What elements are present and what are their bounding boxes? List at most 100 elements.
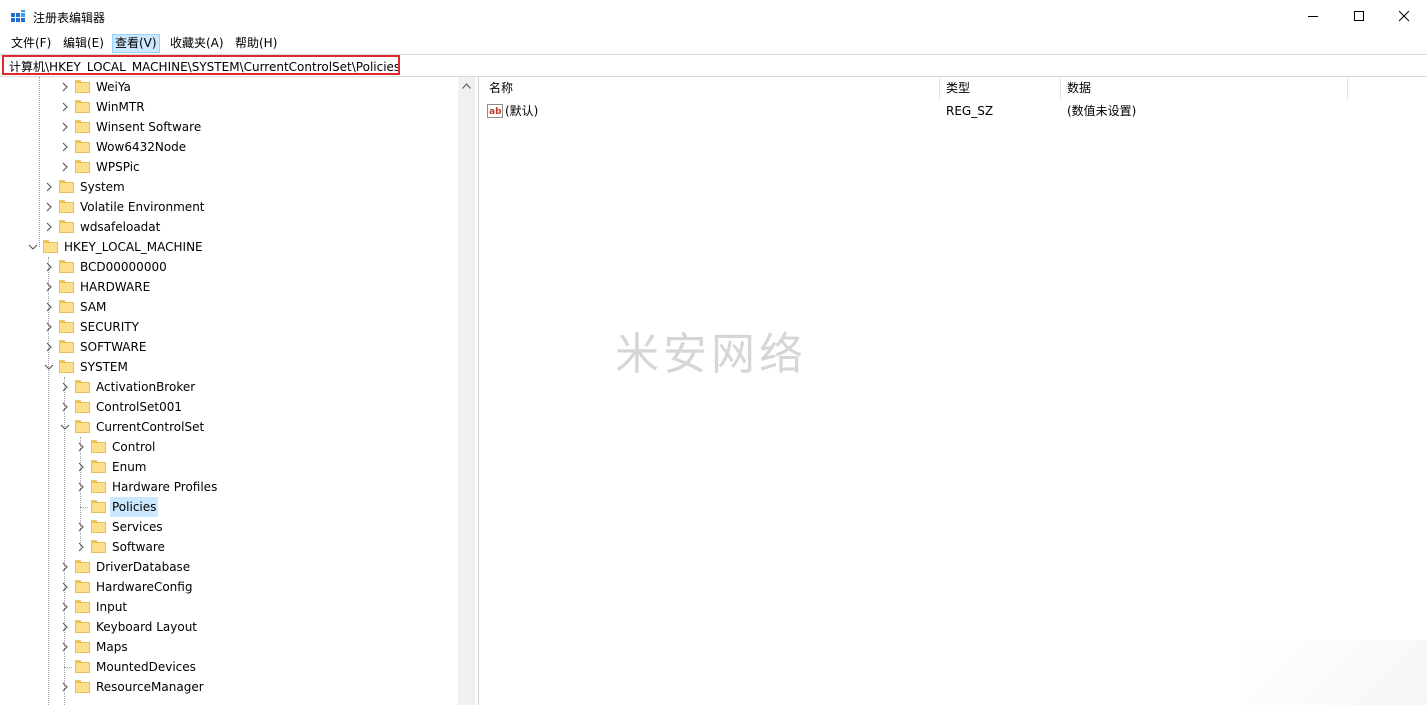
tree-node-label[interactable]: Software xyxy=(110,537,167,557)
chevron-right-icon[interactable] xyxy=(75,481,87,493)
tree-node[interactable]: HARDWARE xyxy=(5,277,455,297)
chevron-right-icon[interactable] xyxy=(59,101,71,113)
tree-node-label[interactable]: Keyboard Layout xyxy=(94,617,199,637)
tree-node[interactable]: Enum xyxy=(5,457,455,477)
tree-node-label[interactable]: MountedDevices xyxy=(94,657,198,677)
tree-node-label[interactable]: Volatile Environment xyxy=(78,197,207,217)
value-name[interactable]: (默认) xyxy=(505,101,538,121)
chevron-right-icon[interactable] xyxy=(59,161,71,173)
tree-node[interactable]: WPSPic xyxy=(5,157,455,177)
tree-node-label[interactable]: CurrentControlSet xyxy=(94,417,206,437)
chevron-right-icon[interactable] xyxy=(59,561,71,573)
chevron-right-icon[interactable] xyxy=(43,321,55,333)
chevron-right-icon[interactable] xyxy=(75,461,87,473)
column-data[interactable]: 数据 xyxy=(1061,77,1347,100)
column-divider[interactable] xyxy=(1347,77,1348,100)
chevron-right-icon[interactable] xyxy=(43,181,55,193)
chevron-right-icon[interactable] xyxy=(43,201,55,213)
tree-node[interactable]: SECURITY xyxy=(5,317,455,337)
chevron-down-icon[interactable] xyxy=(59,421,71,433)
menu-edit[interactable]: 编辑(E) xyxy=(61,35,106,52)
chevron-right-icon[interactable] xyxy=(43,281,55,293)
tree-node-label[interactable]: HKEY_LOCAL_MACHINE xyxy=(62,237,205,257)
tree-node-label[interactable]: DriverDatabase xyxy=(94,557,192,577)
chevron-down-icon[interactable] xyxy=(27,241,39,253)
tree-node[interactable]: Winsent Software xyxy=(5,117,455,137)
tree-node[interactable]: ResourceManager xyxy=(5,677,455,697)
tree-node-label[interactable]: SYSTEM xyxy=(78,357,130,377)
chevron-down-icon[interactable] xyxy=(43,361,55,373)
tree-node-label[interactable]: WPSPic xyxy=(94,157,142,177)
tree-node[interactable]: HardwareConfig xyxy=(5,577,455,597)
chevron-right-icon[interactable] xyxy=(43,221,55,233)
chevron-right-icon[interactable] xyxy=(59,601,71,613)
tree-node[interactable]: SAM xyxy=(5,297,455,317)
tree-node[interactable]: Volatile Environment xyxy=(5,197,455,217)
chevron-right-icon[interactable] xyxy=(59,641,71,653)
tree-node[interactable]: wdsafeloadat xyxy=(5,217,455,237)
tree-node[interactable]: WinMTR xyxy=(5,97,455,117)
menu-view[interactable]: 查看(V) xyxy=(112,34,160,53)
tree-node[interactable]: Policies xyxy=(5,497,455,517)
tree-node[interactable]: Control xyxy=(5,437,455,457)
scroll-track[interactable] xyxy=(460,97,473,705)
tree-node[interactable]: System xyxy=(5,177,455,197)
tree-node-label[interactable]: Hardware Profiles xyxy=(110,477,219,497)
chevron-right-icon[interactable] xyxy=(59,81,71,93)
tree-node-label[interactable]: Enum xyxy=(110,457,148,477)
tree-node[interactable]: CurrentControlSet xyxy=(5,417,455,437)
tree-node-label[interactable]: Wow6432Node xyxy=(94,137,188,157)
tree-node-label[interactable]: wdsafeloadat xyxy=(78,217,162,237)
chevron-right-icon[interactable] xyxy=(59,141,71,153)
tree-node[interactable]: SOFTWARE xyxy=(5,337,455,357)
chevron-right-icon[interactable] xyxy=(59,381,71,393)
close-button[interactable] xyxy=(1381,0,1427,33)
tree-node-label[interactable]: Winsent Software xyxy=(94,117,203,137)
chevron-right-icon[interactable] xyxy=(43,301,55,313)
tree-node-label[interactable]: HARDWARE xyxy=(78,277,152,297)
chevron-right-icon[interactable] xyxy=(43,341,55,353)
chevron-right-icon[interactable] xyxy=(75,441,87,453)
tree-node-label[interactable]: WinMTR xyxy=(94,97,147,117)
tree-node[interactable]: Wow6432Node xyxy=(5,137,455,157)
maximize-button[interactable] xyxy=(1336,0,1382,33)
tree-node[interactable]: Hardware Profiles xyxy=(5,477,455,497)
tree-node-label[interactable]: ResourceManager xyxy=(94,677,206,697)
menu-file[interactable]: 文件(F) xyxy=(9,35,53,52)
tree-node-label[interactable]: SECURITY xyxy=(78,317,141,337)
tree-node[interactable]: SYSTEM xyxy=(5,357,455,377)
tree-node[interactable]: Maps xyxy=(5,637,455,657)
menu-favorites[interactable]: 收藏夹(A) xyxy=(168,35,226,52)
scroll-up-button[interactable] xyxy=(458,77,475,94)
tree-scrollbar[interactable] xyxy=(458,77,475,705)
chevron-right-icon[interactable] xyxy=(59,681,71,693)
tree-node-label[interactable]: Maps xyxy=(94,637,130,657)
tree-node[interactable]: Services xyxy=(5,517,455,537)
tree-node-label[interactable]: SOFTWARE xyxy=(78,337,148,357)
chevron-right-icon[interactable] xyxy=(59,621,71,633)
tree-node[interactable]: BCD00000000 xyxy=(5,257,455,277)
chevron-right-icon[interactable] xyxy=(59,121,71,133)
menu-help[interactable]: 帮助(H) xyxy=(233,35,279,52)
chevron-right-icon[interactable] xyxy=(43,261,55,273)
tree-node[interactable]: DriverDatabase xyxy=(5,557,455,577)
tree-node[interactable]: WeiYa xyxy=(5,77,455,97)
tree-node-label[interactable]: ControlSet001 xyxy=(94,397,184,417)
tree-node[interactable]: HKEY_LOCAL_MACHINE xyxy=(5,237,455,257)
tree-node-label[interactable]: System xyxy=(78,177,127,197)
tree-node[interactable]: Keyboard Layout xyxy=(5,617,455,637)
tree-node-label[interactable]: Input xyxy=(94,597,129,617)
tree-node-label[interactable]: HardwareConfig xyxy=(94,577,194,597)
column-name[interactable]: 名称 xyxy=(483,77,939,100)
chevron-right-icon[interactable] xyxy=(59,581,71,593)
tree-node-label[interactable]: WeiYa xyxy=(94,77,133,97)
chevron-right-icon[interactable] xyxy=(75,541,87,553)
chevron-right-icon[interactable] xyxy=(75,521,87,533)
tree-node[interactable]: ActivationBroker xyxy=(5,377,455,397)
tree-node-label[interactable]: ActivationBroker xyxy=(94,377,197,397)
chevron-right-icon[interactable] xyxy=(59,401,71,413)
tree-node[interactable]: Software xyxy=(5,537,455,557)
tree-node-label[interactable]: SAM xyxy=(78,297,108,317)
tree-node[interactable]: Input xyxy=(5,597,455,617)
column-type[interactable]: 类型 xyxy=(940,77,1060,100)
